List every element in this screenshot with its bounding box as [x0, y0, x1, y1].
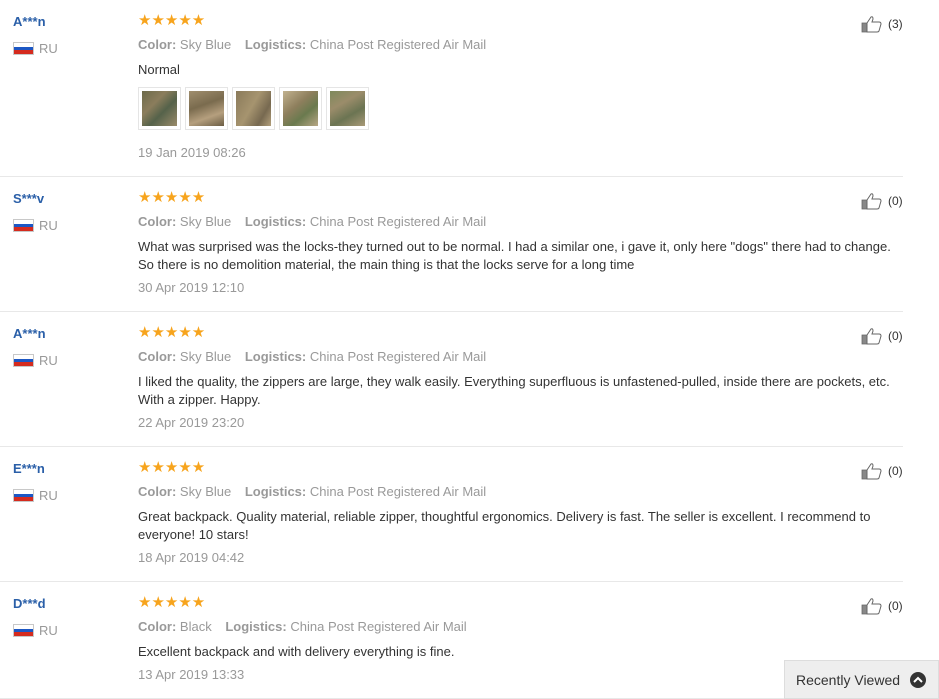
- color-label: Color:: [138, 37, 177, 52]
- review-date: 22 Apr 2019 23:20: [138, 415, 245, 430]
- reviewer-country: RU: [13, 218, 58, 233]
- chevron-up-icon: [910, 671, 927, 688]
- helpful-button[interactable]: (0): [861, 192, 903, 210]
- russia-flag-icon: [13, 219, 34, 232]
- review-attributes: Color: Sky Blue Logistics: China Post Re…: [138, 484, 496, 499]
- color-value: Sky Blue: [179, 484, 232, 499]
- helpful-button[interactable]: (3): [861, 15, 903, 33]
- color-value: Sky Blue: [179, 37, 232, 52]
- star-rating: ★★★★★: [138, 459, 206, 476]
- reviewer-name[interactable]: D***d: [13, 596, 46, 611]
- russia-flag-icon: [13, 354, 34, 367]
- helpful-button[interactable]: (0): [861, 462, 903, 480]
- helpful-count: (0): [888, 599, 903, 613]
- color-value: Sky Blue: [179, 349, 232, 364]
- country-code: RU: [39, 353, 58, 368]
- helpful-count: (0): [888, 464, 903, 478]
- color-label: Color:: [138, 214, 177, 229]
- review-text: Normal: [138, 62, 180, 77]
- country-code: RU: [39, 488, 58, 503]
- review-text: Excellent backpack and with delivery eve…: [138, 644, 455, 659]
- backpack-photo: [236, 91, 271, 126]
- logistics-value: China Post Registered Air Mail: [309, 484, 487, 499]
- review-item: D***d RU ★★★★★ Color: Black Logistics: C…: [0, 582, 903, 699]
- review-photo-thumbnail[interactable]: [138, 87, 181, 130]
- color-label: Color:: [138, 349, 177, 364]
- logistics-label: Logistics:: [244, 484, 307, 499]
- review-attributes: Color: Sky Blue Logistics: China Post Re…: [138, 37, 496, 52]
- logistics-label: Logistics:: [244, 214, 307, 229]
- recently-viewed-button[interactable]: Recently Viewed: [784, 660, 939, 699]
- review-date: 19 Jan 2019 08:26: [138, 145, 246, 160]
- review-item: E***n RU ★★★★★ Color: Sky Blue Logistics…: [0, 447, 903, 582]
- review-date: 13 Apr 2019 13:33: [138, 667, 245, 682]
- review-photo-thumbnail[interactable]: [326, 87, 369, 130]
- logistics-value: China Post Registered Air Mail: [309, 37, 487, 52]
- color-value: Sky Blue: [179, 214, 232, 229]
- logistics-label: Logistics:: [244, 349, 307, 364]
- reviewer-name[interactable]: A***n: [13, 14, 46, 29]
- thumbs-up-icon: [861, 463, 882, 480]
- star-rating: ★★★★★: [138, 12, 206, 29]
- logistics-value: China Post Registered Air Mail: [309, 349, 487, 364]
- reviewer-country: RU: [13, 41, 58, 56]
- review-attributes: Color: Sky Blue Logistics: China Post Re…: [138, 349, 496, 364]
- country-code: RU: [39, 41, 58, 56]
- review-attributes: Color: Sky Blue Logistics: China Post Re…: [138, 214, 496, 229]
- review-date: 30 Apr 2019 12:10: [138, 280, 245, 295]
- review-item: S***v RU ★★★★★ Color: Sky Blue Logistics…: [0, 177, 903, 312]
- backpack-photo: [142, 91, 177, 126]
- review-text: What was surprised was the locks-they tu…: [138, 239, 891, 272]
- russia-flag-icon: [13, 624, 34, 637]
- review-date: 18 Apr 2019 04:42: [138, 550, 245, 565]
- russia-flag-icon: [13, 42, 34, 55]
- review-item: A***n RU ★★★★★ Color: Sky Blue Logistics…: [0, 0, 903, 177]
- reviewer-name[interactable]: S***v: [13, 191, 44, 206]
- logistics-label: Logistics:: [225, 619, 287, 634]
- review-photos: [138, 87, 373, 130]
- helpful-count: (0): [888, 194, 903, 208]
- color-label: Color:: [138, 619, 177, 634]
- reviewer-name[interactable]: A***n: [13, 326, 46, 341]
- helpful-count: (0): [888, 329, 903, 343]
- thumbs-up-icon: [861, 16, 882, 33]
- backpack-photo: [189, 91, 224, 126]
- country-code: RU: [39, 623, 58, 638]
- helpful-button[interactable]: (0): [861, 597, 903, 615]
- color-value: Black: [179, 619, 212, 634]
- review-photo-thumbnail[interactable]: [279, 87, 322, 130]
- review-text: I liked the quality, the zippers are lar…: [138, 374, 890, 407]
- logistics-label: Logistics:: [244, 37, 307, 52]
- logistics-value: China Post Registered Air Mail: [290, 619, 467, 634]
- thumbs-up-icon: [861, 193, 882, 210]
- review-photo-thumbnail[interactable]: [185, 87, 228, 130]
- recently-viewed-label: Recently Viewed: [796, 671, 901, 688]
- helpful-count: (3): [888, 17, 903, 31]
- review-item: A***n RU ★★★★★ Color: Sky Blue Logistics…: [0, 312, 903, 447]
- helpful-button[interactable]: (0): [861, 327, 903, 345]
- backpack-photo: [283, 91, 318, 126]
- review-attributes: Color: Black Logistics: China Post Regis…: [138, 619, 477, 634]
- reviewer-country: RU: [13, 488, 58, 503]
- logistics-value: China Post Registered Air Mail: [309, 214, 487, 229]
- reviewer-country: RU: [13, 353, 58, 368]
- review-text: Great backpack. Quality material, reliab…: [138, 509, 871, 542]
- thumbs-up-icon: [861, 328, 882, 345]
- star-rating: ★★★★★: [138, 189, 206, 206]
- country-code: RU: [39, 218, 58, 233]
- reviewer-country: RU: [13, 623, 58, 638]
- backpack-photo: [330, 91, 365, 126]
- star-rating: ★★★★★: [138, 324, 206, 341]
- russia-flag-icon: [13, 489, 34, 502]
- reviewer-name[interactable]: E***n: [13, 461, 45, 476]
- review-photo-thumbnail[interactable]: [232, 87, 275, 130]
- thumbs-up-icon: [861, 598, 882, 615]
- color-label: Color:: [138, 484, 177, 499]
- star-rating: ★★★★★: [138, 594, 206, 611]
